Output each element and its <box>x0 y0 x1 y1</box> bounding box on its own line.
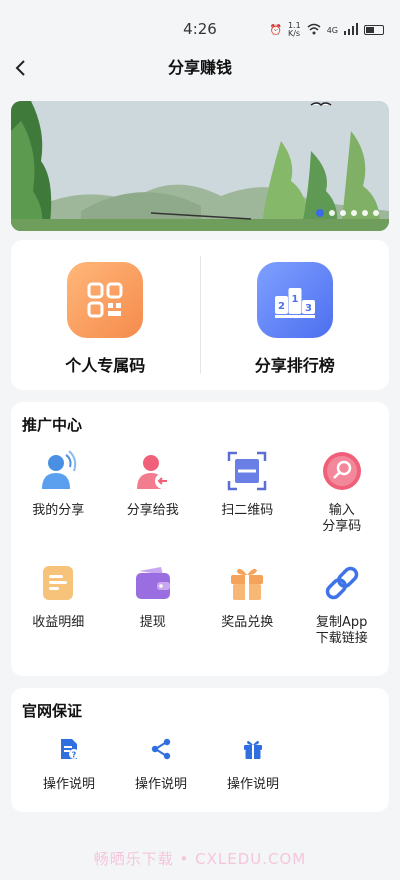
prize-exchange-button[interactable]: 奖品兑换 <box>200 561 295 673</box>
scan-qrcode-label: 扫二维码 <box>221 503 274 518</box>
net-speed: 1.1 K/s <box>287 21 301 38</box>
carousel-dot[interactable] <box>351 210 357 216</box>
user-receive-icon <box>131 449 175 493</box>
instructions-button[interactable]: 操作说明 <box>115 735 207 792</box>
instructions-label: 操作说明 <box>42 777 95 792</box>
help-doc-icon: ? <box>55 735 83 763</box>
instructions-label: 操作说明 <box>226 777 279 792</box>
document-icon <box>36 561 80 605</box>
section-title: 官网保证 <box>22 702 83 720</box>
instructions-button[interactable]: ? 操作说明 <box>23 735 115 792</box>
carousel-dot[interactable] <box>373 210 379 216</box>
section-title: 推广中心 <box>22 416 83 434</box>
qrcode-icon <box>67 262 144 338</box>
svg-text:?: ? <box>72 751 77 760</box>
official-guarantee-card: 官网保证 ? 操作说明 操作说明 操作说明 <box>11 688 389 812</box>
withdraw-button[interactable]: 提现 <box>106 561 201 673</box>
carousel-dot[interactable] <box>329 210 335 216</box>
network-label: 4G <box>326 25 338 35</box>
enter-share-code-button[interactable]: 输入 分享码 <box>295 449 390 561</box>
status-bar: 4:26 ⏰ 1.1 K/s 4G <box>0 0 400 60</box>
my-share-label: 我的分享 <box>32 503 85 518</box>
carousel-dot[interactable] <box>362 210 368 216</box>
banner-carousel[interactable] <box>11 101 389 231</box>
user-share-icon <box>36 449 80 493</box>
search-code-icon <box>320 449 364 493</box>
my-share-button[interactable]: 我的分享 <box>11 449 106 561</box>
promo-grid: 我的分享 分享给我 扫二维码 输入 分享码 收益明细 提现 奖品兑换 复制App… <box>11 449 389 673</box>
share-icon <box>147 735 175 763</box>
wifi-icon <box>307 23 321 38</box>
carousel-dot[interactable] <box>316 209 324 217</box>
svg-text:1: 1 <box>291 294 298 305</box>
personal-code-label: 个人专属码 <box>65 356 146 375</box>
instructions-label: 操作说明 <box>134 777 187 792</box>
prize-exchange-label: 奖品兑换 <box>221 615 274 630</box>
carousel-dots <box>316 209 379 217</box>
copy-download-link-label: 复制App 下载链接 <box>315 615 368 646</box>
shared-to-me-label: 分享给我 <box>126 503 179 518</box>
earnings-detail-button[interactable]: 收益明细 <box>11 561 106 673</box>
personal-code-button[interactable]: 个人专属码 <box>11 240 200 390</box>
guarantee-row: ? 操作说明 操作说明 操作说明 <box>11 735 389 792</box>
svg-text:2: 2 <box>278 301 285 312</box>
scan-icon <box>225 449 269 493</box>
gift-icon <box>225 561 269 605</box>
watermark: 畅晒乐下载 • CXLEDU.COM <box>93 850 307 868</box>
page-title: 分享赚钱 <box>167 58 232 77</box>
top-actions-card: 个人专属码 2 1 3 分享排行榜 <box>11 240 389 390</box>
signal-icon <box>344 22 358 38</box>
promo-center-card: 推广中心 我的分享 分享给我 扫二维码 输入 分享码 收益明细 提现 奖品兑换 … <box>11 402 389 676</box>
alarm-icon: ⏰ <box>269 24 282 36</box>
earnings-detail-label: 收益明细 <box>32 615 85 630</box>
withdraw-label: 提现 <box>139 615 166 630</box>
carousel-dot[interactable] <box>340 210 346 216</box>
copy-download-link-button[interactable]: 复制App 下载链接 <box>295 561 390 673</box>
link-icon <box>320 561 364 605</box>
share-ranking-button[interactable]: 2 1 3 分享排行榜 <box>201 240 390 390</box>
nav-bar: 分享赚钱 <box>0 56 400 84</box>
svg-text:3: 3 <box>305 303 312 314</box>
podium-icon: 2 1 3 <box>256 262 333 338</box>
gift-icon <box>239 735 267 763</box>
status-icons: ⏰ 1.1 K/s 4G <box>270 22 384 38</box>
enter-share-code-label: 输入 分享码 <box>322 503 362 534</box>
battery-icon <box>364 25 384 35</box>
shared-to-me-button[interactable]: 分享给我 <box>106 449 201 561</box>
wallet-icon <box>131 561 175 605</box>
scan-qrcode-button[interactable]: 扫二维码 <box>200 449 295 561</box>
share-ranking-label: 分享排行榜 <box>254 356 335 375</box>
instructions-button[interactable]: 操作说明 <box>207 735 299 792</box>
